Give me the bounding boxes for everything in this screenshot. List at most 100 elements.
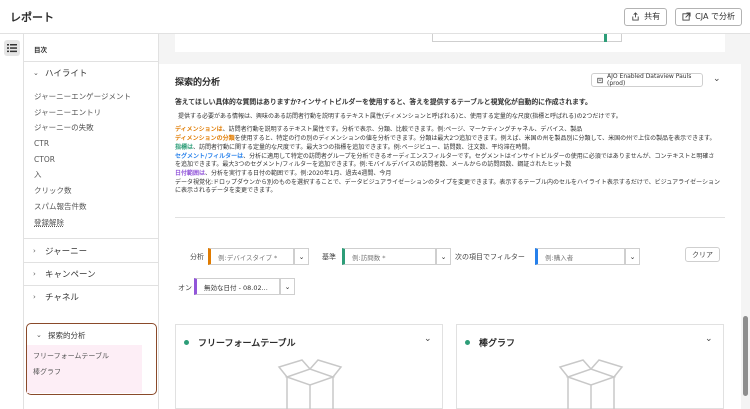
analyze-label: 分析 bbox=[190, 253, 204, 261]
chevron-down-icon[interactable]: ⌄ bbox=[705, 334, 713, 344]
metric-text: 、訪問者行動に関する定量的な尺度です。最大3つの指標を追加できます。例:ページビ… bbox=[193, 143, 534, 151]
chevron-down-icon: ⌄ bbox=[284, 282, 291, 291]
toc-group-campaign[interactable]: › キャンペーン bbox=[24, 263, 158, 285]
freeform-table-title: フリーフォームテーブル bbox=[198, 339, 296, 349]
bar-chart-header: 棒グラフ bbox=[465, 336, 515, 349]
toc-group-highlights[interactable]: ⌄ ハイライト bbox=[24, 62, 158, 84]
chevron-right-icon: › bbox=[33, 270, 36, 279]
scrollbar-thumb[interactable] bbox=[743, 316, 748, 396]
status-dot bbox=[184, 340, 189, 345]
toc-group-exploratory-highlighted: ⌄ 探索的分析 フリーフォームテーブル 棒グラフ bbox=[26, 323, 157, 395]
toc-item-spam-reports[interactable]: スパム報告件数 bbox=[24, 199, 158, 215]
daterange-text: 、分析を実行する日付の範囲です。例:2020年1月、過去4週間、今月 bbox=[205, 169, 392, 177]
chevron-down-icon: ⌄ bbox=[629, 252, 636, 261]
toc-group-label: チャネル bbox=[45, 293, 79, 304]
segment-term: セグメント/フィルターは bbox=[175, 152, 244, 160]
cja-analyze-button[interactable]: CJA で分析 bbox=[675, 7, 742, 26]
toc-group-journey[interactable]: › ジャーニー bbox=[24, 239, 158, 262]
cja-label: CJA で分析 bbox=[695, 12, 735, 21]
desc-line-segment: セグメント/フィルターは、分析に適用して特定の訪問者グループを分析できるオーディ… bbox=[175, 153, 720, 170]
date-dropdown-button[interactable]: ⌄ bbox=[280, 278, 295, 295]
section-divider bbox=[175, 217, 725, 218]
dimension-text: 、訪問者行動を説明するテキスト属性です。分析で表示、分類、比較できます。例:ペー… bbox=[222, 126, 583, 134]
filter-label: 次の項目でフィルター bbox=[455, 253, 525, 261]
bar-chart-card: 棒グラフ ⌄ bbox=[456, 324, 724, 409]
desc-line-visualization: データ視覚化:ドロップダウンから別のものを選択することで、データビジュアライゼー… bbox=[175, 179, 720, 196]
chevron-down-icon: ⌄ bbox=[298, 252, 305, 261]
bar-chart-title: 棒グラフ bbox=[479, 339, 516, 349]
metric-input[interactable]: 例:訪問数 * bbox=[342, 248, 436, 265]
chevron-down-icon[interactable]: ⌄ bbox=[424, 334, 432, 344]
share-label: 共有 bbox=[644, 12, 661, 21]
chevron-down-icon[interactable]: ⌄ bbox=[713, 74, 721, 84]
toc-sidebar: 目次 ⌄ ハイライト ジャーニーエンゲージメント ジャーニーエントリ ジャーニー… bbox=[24, 34, 159, 409]
previous-card-bar bbox=[432, 34, 622, 42]
toc-item-journey-engagement[interactable]: ジャーニーエンゲージメント bbox=[24, 89, 158, 105]
toc-item-unsubscribes[interactable]: 登録解除 bbox=[24, 215, 158, 231]
toc-item-bar-chart[interactable]: 棒グラフ bbox=[27, 365, 61, 381]
status-dot bbox=[465, 340, 470, 345]
chevron-down-icon: ⌄ bbox=[33, 69, 39, 77]
chevron-right-icon: › bbox=[33, 246, 36, 255]
toc-item-clicks[interactable]: クリック数 bbox=[24, 183, 158, 199]
dataview-icon bbox=[597, 77, 603, 83]
share-icon bbox=[632, 12, 639, 21]
segment-filter-input[interactable]: 例:購入者 bbox=[535, 248, 625, 265]
dimension-term: ディメンションは bbox=[175, 126, 223, 134]
metric-term: 指標は bbox=[175, 143, 194, 151]
toc-group-label: ジャーニー bbox=[45, 246, 88, 257]
chevron-right-icon: › bbox=[33, 293, 36, 302]
daterange-term: 日付範囲は bbox=[175, 169, 206, 177]
toc-item-journey-failures[interactable]: ジャーニーの失敗 bbox=[24, 120, 158, 136]
question-text: 答えてほしい具体的な質問はありますか?インサイトビルダーを使用すると、答えを提供… bbox=[175, 98, 592, 106]
external-icon bbox=[682, 12, 691, 21]
desc-line-daterange: 日付範囲は、分析を実行する日付の範囲です。例:2020年1月、過去4週間、今月 bbox=[175, 170, 720, 179]
toc-item-ctr[interactable]: CTR bbox=[24, 136, 158, 152]
toc-group-channel[interactable]: › チャネル bbox=[24, 286, 158, 308]
section-title: 探索的分析 bbox=[175, 78, 221, 88]
freeform-table-header: フリーフォームテーブル bbox=[184, 336, 296, 349]
metric-dropdown-button[interactable]: ⌄ bbox=[436, 248, 451, 265]
toc-item-entries[interactable]: 入 bbox=[24, 167, 158, 183]
on-label: オン bbox=[178, 284, 192, 292]
main-content: 探索的分析 AJO Enabled Dataview Pauls (prod) … bbox=[159, 34, 741, 409]
vertical-scrollbar[interactable] bbox=[741, 34, 750, 409]
toc-group-label: キャンペーン bbox=[45, 270, 96, 281]
breakdown-term: ディメンションの分類 bbox=[175, 135, 235, 143]
dataview-label: AJO Enabled Dataview Pauls (prod) bbox=[607, 73, 692, 87]
page-title: レポート bbox=[10, 10, 54, 24]
empty-box-icon bbox=[558, 359, 624, 409]
analyze-dropdown-button[interactable]: ⌄ bbox=[294, 248, 309, 265]
desc-line-dimension: ディメンションは、訪問者行動を説明するテキスト属性です。分析で表示、分類、比較で… bbox=[175, 126, 720, 135]
share-button[interactable]: 共有 bbox=[624, 7, 668, 26]
toc-item-freeform-table[interactable]: フリーフォームテーブル bbox=[27, 349, 109, 365]
segment-text: 、分析に適用して特定の訪問者グループを分析できるオーディエンスフィルターです。セ… bbox=[175, 152, 715, 169]
toc-toggle-button[interactable] bbox=[4, 40, 20, 56]
toc-item-journey-entries[interactable]: ジャーニーエントリ bbox=[24, 105, 158, 121]
previous-card-marker bbox=[604, 34, 607, 42]
empty-box-icon bbox=[277, 359, 343, 409]
chevron-down-icon: ⌄ bbox=[36, 331, 42, 339]
toc-group-label: 探索的分析 bbox=[48, 330, 86, 340]
date-range-input[interactable]: 無効な日付 - 08.02... bbox=[194, 278, 280, 295]
toc-item-ctor[interactable]: CTOR bbox=[24, 152, 158, 168]
toc-heading: 目次 bbox=[24, 34, 158, 62]
clear-button[interactable]: クリア bbox=[685, 247, 720, 262]
toc-group-exploratory[interactable]: ⌄ 探索的分析 bbox=[27, 328, 86, 342]
intro-text: 提供する必要がある情報は、興味のある訪問者行動を説明するテキスト属性(ディメンシ… bbox=[178, 112, 622, 120]
analyze-dimension-input[interactable]: 例:デバイスタイプ * bbox=[208, 248, 294, 265]
by-label: 基準 bbox=[322, 253, 336, 261]
visualization-text: データ視覚化:ドロップダウンから別のものを選択することで、データビジュアライゼー… bbox=[175, 178, 720, 195]
chevron-down-icon: ⌄ bbox=[440, 252, 447, 261]
section-description: 答えてほしい具体的な質問はありますか?インサイトビルダーを使用すると、答えを提供… bbox=[175, 98, 720, 196]
desc-line-breakdown: ディメンションの分類を使用すると、特定の行の別のディメンションの値を分析できます… bbox=[175, 135, 720, 144]
breakdown-text: を使用すると、特定の行の別のディメンションの値を分析できます。分類は最大2つ追加… bbox=[234, 135, 716, 143]
app-header: レポート 共有 CJA で分析 bbox=[0, 0, 750, 34]
filter-dropdown-button[interactable]: ⌄ bbox=[625, 248, 640, 265]
icon-rail bbox=[0, 34, 24, 409]
list-icon bbox=[7, 44, 17, 53]
previous-card bbox=[175, 34, 725, 52]
freeform-table-card: フリーフォームテーブル ⌄ bbox=[175, 324, 443, 409]
dataview-selector[interactable]: AJO Enabled Dataview Pauls (prod) bbox=[591, 73, 703, 87]
desc-line-metric: 指標は、訪問者行動に関する定量的な尺度です。最大3つの指標を追加できます。例:ペ… bbox=[175, 144, 720, 153]
